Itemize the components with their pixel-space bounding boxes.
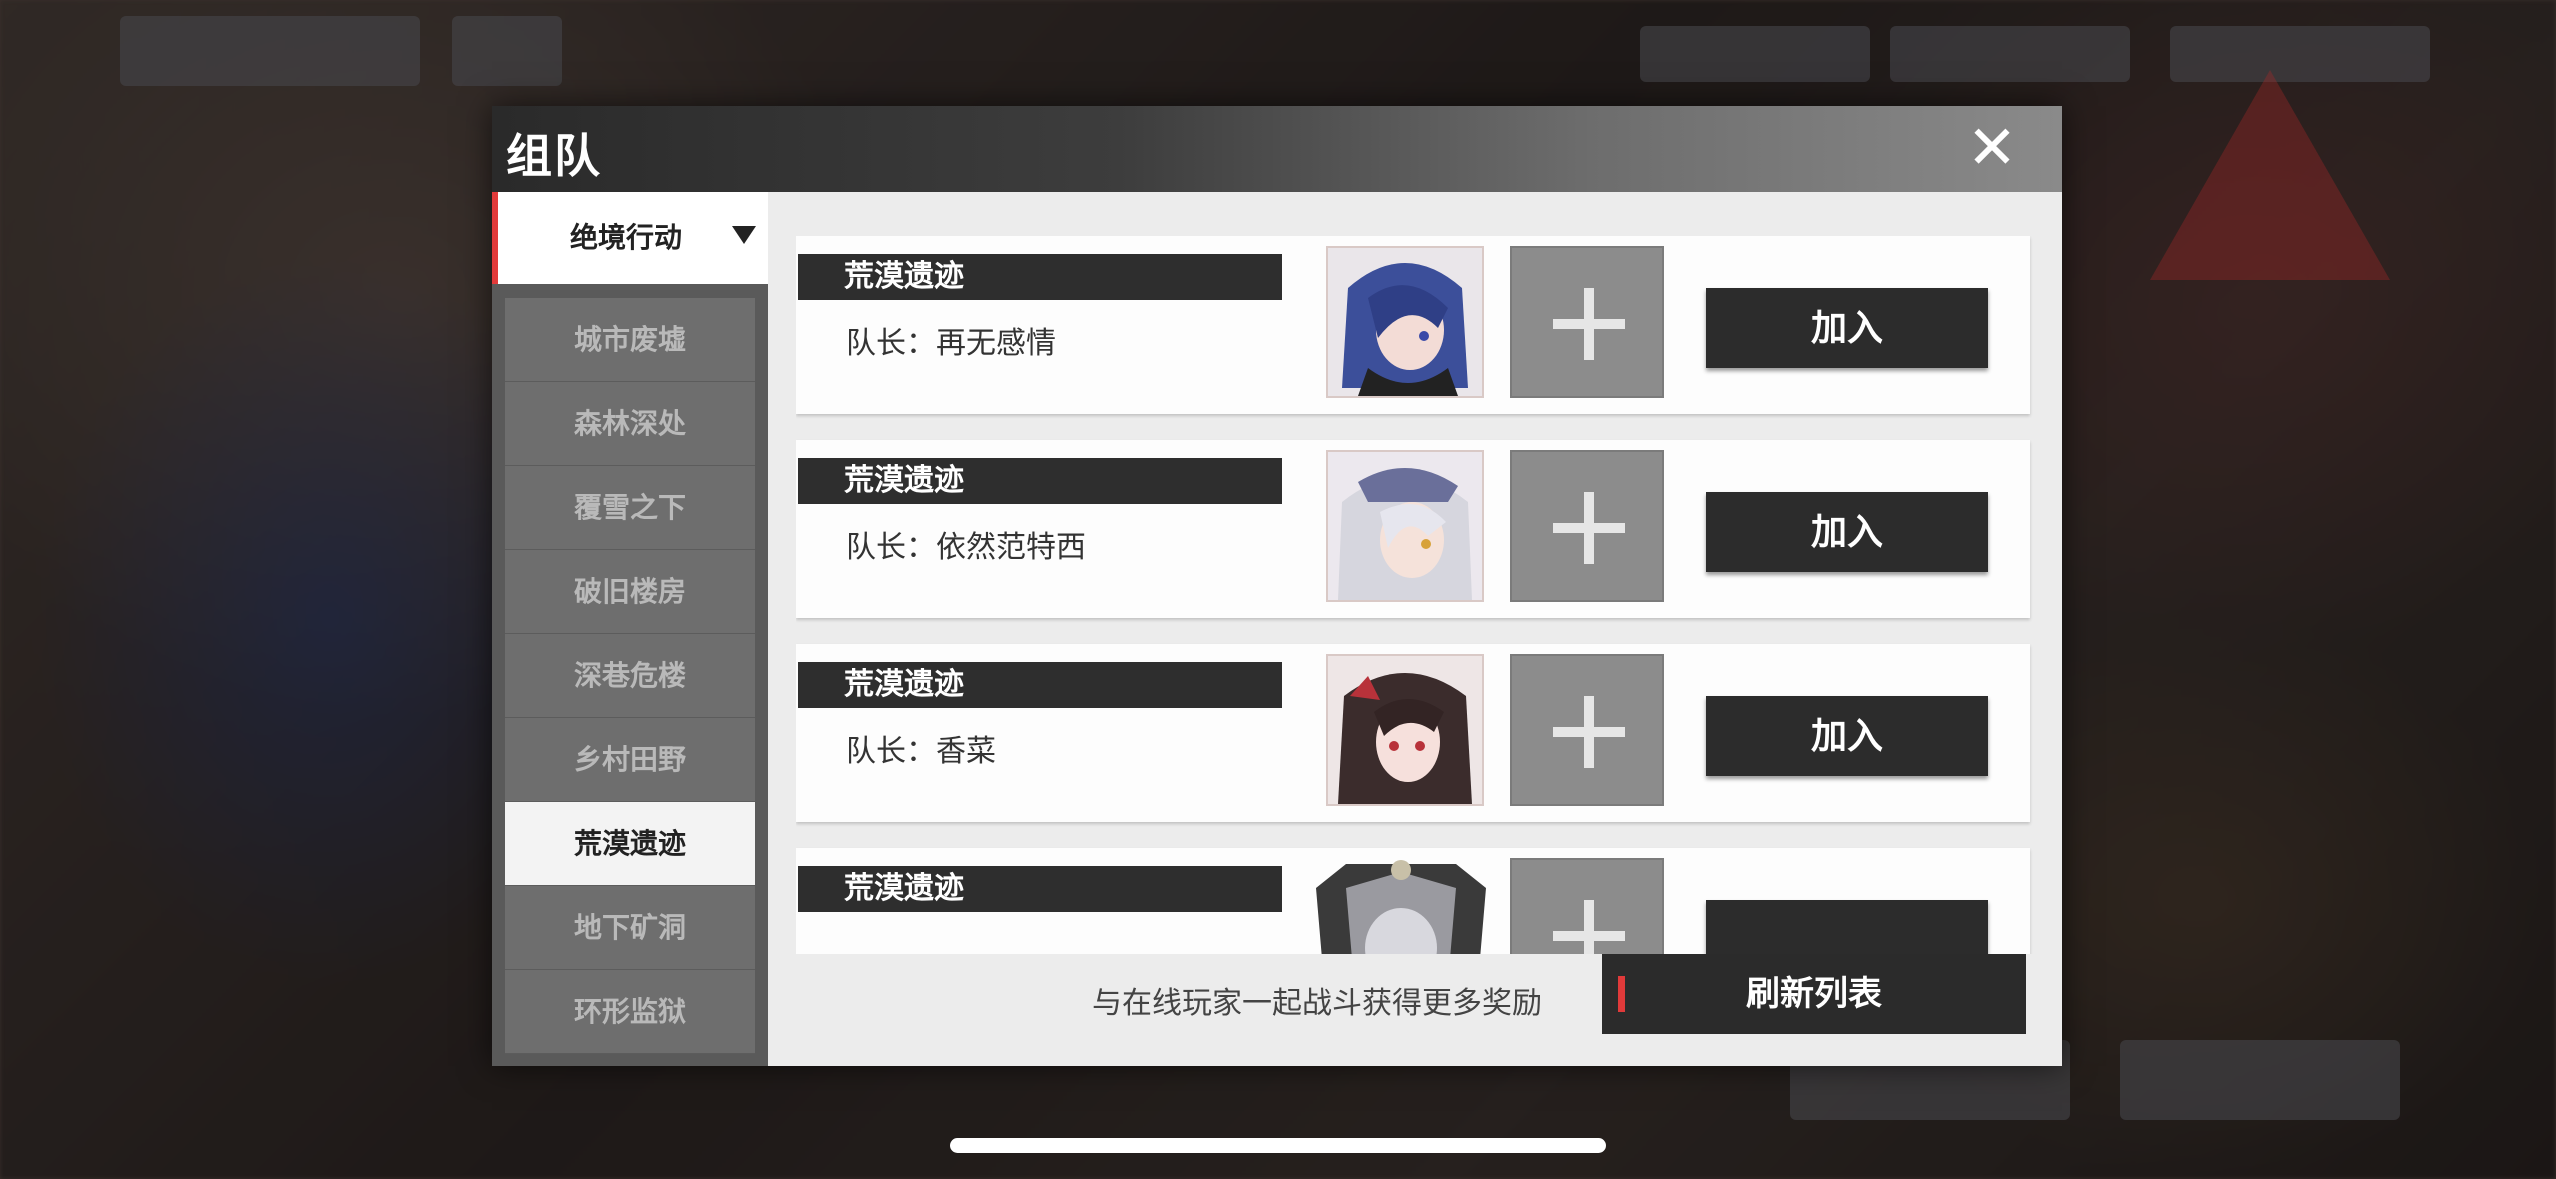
add-member-slot[interactable] <box>1510 246 1664 398</box>
hud-cloud-panel <box>452 16 562 86</box>
modal-header: 组队 ✕ <box>492 106 2062 192</box>
team-leader-label: 队长：香菜 <box>846 734 996 769</box>
team-zone-label: 荒漠遗迹 <box>798 254 1282 300</box>
leader-avatar <box>1326 654 1484 806</box>
add-member-slot[interactable] <box>1510 450 1664 602</box>
category-sidebar: 绝境行动 城市废墟 森林深处 覆雪之下 破旧楼房 深巷危楼 乡村田野 荒漠遗迹 … <box>492 192 768 1066</box>
join-button[interactable]: 加入 <box>1706 288 1988 368</box>
refresh-list-button[interactable]: 刷新列表 <box>1602 954 2026 1034</box>
team-zone-label: 荒漠遗迹 <box>798 458 1282 504</box>
caret-down-icon <box>732 226 756 244</box>
sidebar-item-city-ruins[interactable]: 城市废墟 <box>505 298 755 382</box>
hud-bottom-button-2 <box>2120 1040 2400 1120</box>
category-dropdown[interactable]: 绝境行动 <box>492 192 768 284</box>
join-button[interactable]: 加入 <box>1706 696 1988 776</box>
add-member-slot[interactable] <box>1510 654 1664 806</box>
sidebar-item-old-building[interactable]: 破旧楼房 <box>505 550 755 634</box>
leader-avatar <box>1306 858 1496 954</box>
team-modal: 组队 ✕ 绝境行动 城市废墟 森林深处 覆雪之下 破旧楼房 深巷危楼 乡村田野 … <box>492 106 2062 1066</box>
team-list[interactable]: 荒漠遗迹 队长：再无感情 加入 荒漠遗迹 队长：依然范特西 加入 荒漠遗迹 队长… <box>796 236 2050 954</box>
hud-currency-1 <box>1640 26 1870 82</box>
sidebar-item-under-snow[interactable]: 覆雪之下 <box>505 466 755 550</box>
sidebar-list: 城市废墟 森林深处 覆雪之下 破旧楼房 深巷危楼 乡村田野 荒漠遗迹 地下矿洞 … <box>505 298 755 1054</box>
sidebar-item-countryside[interactable]: 乡村田野 <box>505 718 755 802</box>
modal-title: 组队 <box>506 129 602 183</box>
leader-avatar <box>1326 450 1484 602</box>
team-list-panel: 荒漠遗迹 队长：再无感情 加入 荒漠遗迹 队长：依然范特西 加入 荒漠遗迹 队长… <box>768 192 2062 1066</box>
team-leader-label: 队长：再无感情 <box>846 326 1056 361</box>
add-member-slot[interactable] <box>1510 858 1664 954</box>
team-row: 荒漠遗迹 <box>796 848 2030 954</box>
close-button[interactable]: ✕ <box>1962 118 2022 178</box>
sidebar-item-deep-forest[interactable]: 森林深处 <box>505 382 755 466</box>
hud-back-panel <box>120 16 420 86</box>
team-zone-label: 荒漠遗迹 <box>798 866 1282 912</box>
join-button[interactable] <box>1706 900 1988 954</box>
sidebar-item-desert-ruins[interactable]: 荒漠遗迹 <box>505 802 755 886</box>
team-zone-label: 荒漠遗迹 <box>798 662 1282 708</box>
team-row: 荒漠遗迹 队长：香菜 加入 <box>796 644 2030 822</box>
sidebar-item-underground-mine[interactable]: 地下矿洞 <box>505 886 755 970</box>
sidebar-item-ring-prison[interactable]: 环形监狱 <box>505 970 755 1054</box>
leader-avatar <box>1326 246 1484 398</box>
hud-currency-2 <box>1890 26 2130 82</box>
footer-hint: 与在线玩家一起战斗获得更多奖励 <box>1092 986 1542 1021</box>
team-leader-label: 队长：依然范特西 <box>846 530 1086 565</box>
category-dropdown-label: 绝境行动 <box>570 221 683 254</box>
home-indicator[interactable] <box>950 1138 1606 1153</box>
warning-triangle-icon <box>2150 70 2390 280</box>
join-button[interactable]: 加入 <box>1706 492 1988 572</box>
sidebar-item-alley-tower[interactable]: 深巷危楼 <box>505 634 755 718</box>
team-row: 荒漠遗迹 队长：再无感情 加入 <box>796 236 2030 414</box>
team-row: 荒漠遗迹 队长：依然范特西 加入 <box>796 440 2030 618</box>
